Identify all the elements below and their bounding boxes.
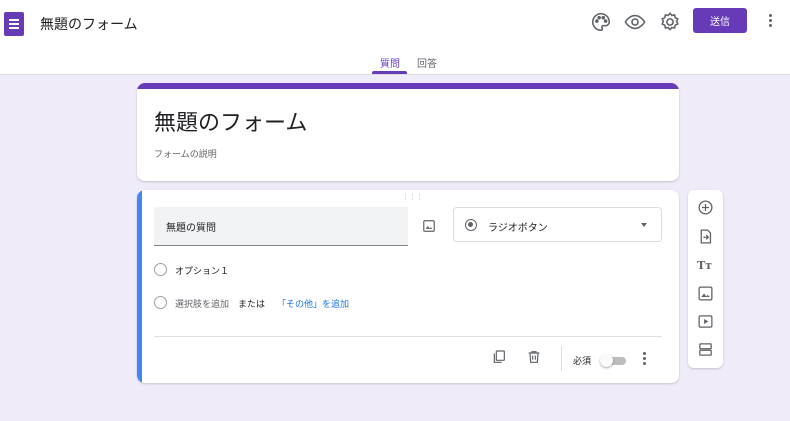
send-button[interactable]: 送信	[693, 8, 747, 33]
form-title[interactable]: 無題のフォーム	[154, 105, 307, 137]
question-title: 無題の質問	[166, 223, 216, 234]
toggle-thumb	[600, 354, 613, 367]
duplicate-icon[interactable]	[491, 349, 507, 365]
dropdown-arrow-icon	[641, 223, 647, 227]
card-accent-bar	[137, 83, 679, 89]
active-tab-indicator	[372, 71, 407, 74]
card-divider	[154, 336, 662, 337]
add-image-icon[interactable]	[422, 218, 436, 232]
radio-button-icon	[465, 219, 477, 231]
image-icon[interactable]	[697, 285, 714, 302]
palette-icon[interactable]	[590, 11, 612, 33]
option-1-label[interactable]: オプション１	[175, 264, 229, 277]
form-title-card[interactable]: 無題のフォーム フォームの説明	[137, 83, 679, 181]
document-title[interactable]: 無題のフォーム	[40, 14, 138, 34]
or-text: または	[238, 300, 266, 310]
video-icon[interactable]	[697, 313, 714, 330]
gear-icon[interactable]	[659, 11, 681, 33]
question-type-dropdown[interactable]: ラジオボタン	[453, 207, 662, 242]
side-toolbar: Tт	[688, 190, 723, 368]
more-vert-icon[interactable]	[763, 9, 777, 31]
required-label: 必須	[573, 357, 592, 367]
question-card[interactable]: ⋮⋮⋮ 無題の質問 ラジオボタン オプション１ 選択肢を追加 または 「その他」…	[137, 190, 679, 383]
option-radio	[154, 263, 167, 276]
active-card-indicator	[137, 190, 142, 383]
add-other-link[interactable]: 「その他」を追加	[277, 297, 349, 310]
import-icon[interactable]	[697, 228, 714, 245]
google-forms-icon[interactable]	[4, 12, 24, 36]
footer-divider	[561, 346, 562, 371]
add-option-link[interactable]: 選択肢を追加	[175, 297, 229, 310]
drag-handle-icon[interactable]: ⋮⋮⋮	[402, 194, 423, 201]
required-toggle[interactable]	[600, 354, 628, 367]
form-description-field[interactable]: フォームの説明	[154, 147, 217, 160]
tab-questions[interactable]: 質問	[380, 55, 400, 70]
question-title-field[interactable]: 無題の質問	[154, 207, 408, 246]
more-options-icon[interactable]	[641, 351, 647, 365]
add-option-radio	[154, 296, 167, 309]
title-text-icon[interactable]: Tт	[697, 259, 712, 272]
section-icon[interactable]	[697, 341, 714, 358]
tab-responses[interactable]: 回答	[417, 55, 437, 70]
question-type-label: ラジオボタン	[488, 223, 548, 234]
delete-icon[interactable]	[526, 349, 542, 365]
header: 無題のフォーム 送信 質問 回答	[0, 0, 790, 75]
eye-icon[interactable]	[624, 11, 646, 33]
add-circle-icon[interactable]	[697, 199, 714, 216]
